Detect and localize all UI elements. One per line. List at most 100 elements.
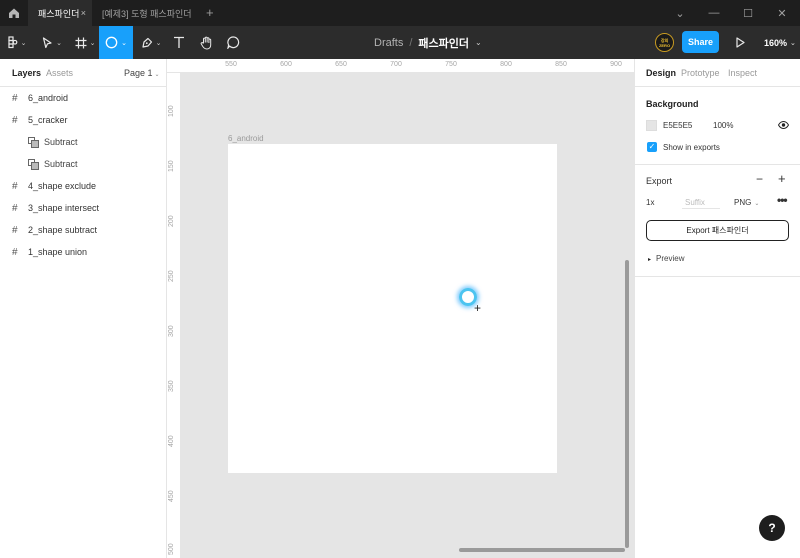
breadcrumb-project[interactable]: Drafts (374, 37, 403, 49)
frame-label[interactable]: 6_android (228, 134, 264, 143)
chevron-down-icon: ⌄ (20, 39, 27, 47)
export-format-value: PNG (734, 198, 752, 207)
comment-tool-button[interactable] (224, 26, 242, 59)
layer-label: 1_shape union (28, 247, 88, 257)
horizontal-scrollbar[interactable] (459, 548, 625, 552)
layer-item[interactable]: # 2_shape subtract (0, 219, 166, 241)
ruler-tick-label: 700 (390, 61, 402, 68)
artboard-frame[interactable] (228, 144, 557, 473)
caret-right-icon: ▸ (648, 257, 652, 263)
vertical-scrollbar[interactable] (625, 260, 629, 548)
page-name: Page 1 (124, 68, 153, 78)
ruler-tick-label: 650 (335, 61, 347, 68)
canvas[interactable]: 6_android + (181, 73, 634, 558)
toolbar: ⌄ ⌄ ⌄ ⌄ ⌄ Drafts / 패스파인더 ⌄ 강의 ZERO Share… (0, 26, 800, 59)
add-export-button[interactable]: + (778, 171, 786, 186)
export-scale[interactable]: 1x (646, 198, 654, 207)
hand-tool-button[interactable] (196, 26, 216, 59)
chevron-down-icon: ⌄ (154, 72, 160, 78)
page-selector[interactable]: Page 1 ⌄ (124, 68, 160, 78)
more-options-icon[interactable]: ••• (777, 193, 788, 207)
preview-toggle[interactable]: ▸ Preview (648, 254, 684, 263)
chevron-down-icon[interactable]: ⌄ (663, 0, 697, 26)
close-tab-icon[interactable]: × (81, 8, 86, 18)
ruler-tick-label: 350 (168, 380, 175, 392)
help-button[interactable]: ? (759, 515, 785, 541)
present-button[interactable] (733, 26, 747, 59)
background-opacity-value[interactable]: 100% (713, 121, 733, 130)
layer-item[interactable]: # 1_shape union (0, 241, 166, 263)
hand-tool-icon (200, 36, 211, 50)
ruler-tick-label: 100 (168, 105, 175, 117)
crosshair-cursor-icon: + (474, 301, 482, 315)
export-format-select[interactable]: PNG ⌄ (734, 198, 759, 207)
share-button[interactable]: Share (682, 31, 719, 53)
ruler-tick-label: 850 (555, 61, 567, 68)
comment-tool-icon (226, 36, 239, 49)
ruler-tick-label: 150 (168, 160, 175, 172)
text-tool-button[interactable] (170, 26, 188, 59)
avatar[interactable]: 강의 ZERO (655, 33, 674, 52)
eye-icon[interactable] (777, 120, 790, 132)
suffix-input[interactable]: Suffix (682, 196, 720, 209)
minimize-button[interactable]: — (697, 0, 731, 26)
frame-icon: # (12, 224, 18, 236)
tab-design[interactable]: Design (646, 68, 676, 78)
layer-item[interactable]: # 5_cracker (0, 109, 166, 131)
ruler-tick-label: 500 (168, 543, 175, 555)
frame-icon: # (12, 114, 18, 126)
zoom-level: 160% (764, 37, 788, 48)
tab-prototype[interactable]: Prototype (681, 68, 720, 78)
show-in-exports-checkbox[interactable]: ✓ (647, 142, 657, 152)
title-bar: 패스파인더 × [예제3] 도형 패스파인더 + ⌄ — ☐ ✕ (0, 0, 800, 26)
close-window-button[interactable]: ✕ (765, 0, 799, 26)
boolean-subtract-icon (28, 136, 39, 148)
layer-item[interactable]: # 6_android (0, 87, 166, 109)
show-in-exports-label: Show in exports (663, 143, 720, 152)
background-color-swatch[interactable] (646, 120, 657, 131)
layer-item[interactable]: # 3_shape intersect (0, 197, 166, 219)
background-hex-value[interactable]: E5E5E5 (663, 121, 692, 130)
frame-icon: # (12, 92, 18, 104)
properties-panel-tabs: Design Prototype Inspect (635, 59, 800, 87)
layer-label: 6_android (28, 93, 69, 103)
layer-item[interactable]: Subtract (0, 131, 166, 153)
frame-tool-button[interactable]: ⌄ (72, 26, 98, 59)
tab-inspect[interactable]: Inspect (728, 68, 757, 78)
layer-label: 5_cracker (28, 115, 68, 125)
breadcrumb-separator: / (409, 36, 413, 49)
layer-item[interactable]: # 4_shape exclude (0, 175, 166, 197)
maximize-button[interactable]: ☐ (731, 0, 765, 26)
tab-assets[interactable]: Assets (46, 68, 73, 78)
tab-example3[interactable]: [예제3] 도형 패스파인더 (92, 0, 200, 26)
chevron-down-icon: ⌄ (56, 39, 62, 47)
properties-panel: Design Prototype Inspect Background E5E5… (634, 59, 800, 558)
chevron-down-icon: ⌄ (754, 201, 760, 207)
layer-item[interactable]: Subtract (0, 153, 166, 175)
boolean-subtract-icon (28, 158, 39, 170)
file-name[interactable]: 패스파인더 (418, 35, 469, 51)
figma-menu-button[interactable]: ⌄ (4, 26, 30, 59)
frame-icon: # (12, 202, 18, 214)
layers-panel: Layers Assets Page 1 ⌄ # 6_android # 5_cr… (0, 59, 167, 558)
background-title: Background (646, 99, 699, 109)
new-tab-button[interactable]: + (206, 5, 214, 20)
tab-pathfinder[interactable]: 패스파인더 × (28, 0, 92, 26)
pen-tool-button[interactable]: ⌄ (138, 26, 164, 59)
ruler-tick-label: 250 (168, 270, 175, 282)
export-button[interactable]: Export 패스파인더 (646, 220, 789, 241)
move-tool-button[interactable]: ⌄ (38, 26, 66, 59)
preview-label: Preview (656, 254, 685, 263)
home-icon[interactable] (0, 0, 28, 26)
tab-layers[interactable]: Layers (12, 68, 41, 78)
text-tool-icon (174, 36, 184, 48)
remove-export-button[interactable]: − (756, 172, 763, 186)
ruler-tick-label: 750 (445, 61, 457, 68)
ellipse-tool-button[interactable]: ⌄ (99, 26, 133, 59)
chevron-down-icon[interactable]: ⌄ (475, 38, 482, 47)
ruler-tick-label: 800 (500, 61, 512, 68)
tab-label: 패스파인더 (38, 8, 80, 19)
ruler-tick-label: 550 (225, 61, 237, 68)
layer-label: Subtract (44, 137, 78, 147)
zoom-dropdown[interactable]: 160% ⌄ (764, 26, 796, 59)
